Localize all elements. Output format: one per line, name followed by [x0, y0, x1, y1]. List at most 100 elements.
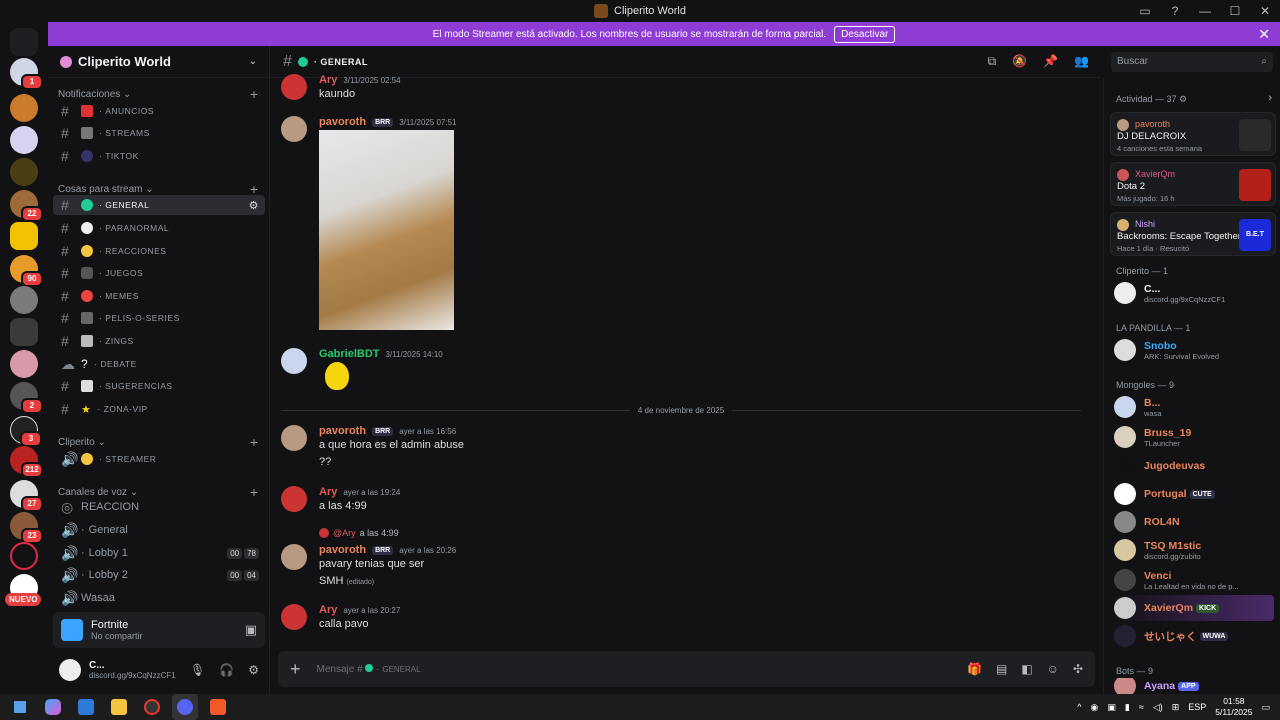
windows-start-icon[interactable] — [7, 694, 33, 720]
server-icon[interactable]: 3 — [10, 416, 42, 447]
maximize-button[interactable]: ☐ — [1220, 0, 1250, 22]
disable-streamer-button[interactable]: Desactivar — [834, 25, 896, 43]
member-item[interactable]: Venci La Lealtad en vida no de p... — [1114, 567, 1274, 593]
server-icon[interactable] — [10, 286, 38, 314]
author-name[interactable]: Ary — [319, 604, 337, 616]
member-item[interactable]: ROL4N — [1114, 509, 1274, 535]
server-icon[interactable] — [10, 350, 38, 378]
gear-icon[interactable]: ⚙ — [1179, 94, 1187, 104]
category-cliperito[interactable]: Cliperito ⌄ + — [58, 434, 258, 450]
channel-sugerencias[interactable]: # · SUGERENCIAS — [53, 376, 265, 396]
channel-reacciones[interactable]: # · REACCIONES — [53, 241, 265, 261]
pin-icon[interactable]: 📌 — [1043, 54, 1058, 69]
emoji-icon[interactable]: ☺ — [1047, 662, 1059, 676]
tray-app-icon[interactable]: ▣ — [1107, 702, 1116, 713]
channel-paranormal[interactable]: # · PARANORMAL — [53, 218, 265, 238]
game-activity-panel[interactable]: Fortnite No compartir ▣ — [53, 612, 265, 648]
member-item[interactable]: TSQ M1stic discord.gg/zubito — [1114, 537, 1274, 563]
activity-card[interactable]: Nishi Backrooms: Escape Together Hace 1 … — [1110, 212, 1276, 256]
voice-channel-reaccion[interactable]: ◎ REACCION — [53, 497, 265, 517]
member-item[interactable]: Ayana APP — [1114, 678, 1274, 694]
channel-juegos[interactable]: # · JUEGOS — [53, 263, 265, 283]
avatar[interactable] — [281, 348, 307, 374]
server-header[interactable]: Cliperito World ⌄ — [48, 46, 269, 78]
author-name[interactable]: pavoroth — [319, 116, 366, 128]
server-icon[interactable]: 23 — [10, 512, 43, 544]
copilot-icon[interactable] — [40, 694, 66, 720]
channel-zings[interactable]: # · ZINGS — [53, 331, 265, 351]
voice-channel-lobby2[interactable]: 🔊 · Lobby 2 00 04 — [53, 565, 265, 585]
voice-channel-general[interactable]: 🔊 · General — [53, 520, 265, 540]
activity-card[interactable]: XavierQm Dota 2 Más jugado: 16 h — [1110, 162, 1276, 206]
network-icon[interactable]: ⊞ — [1172, 702, 1180, 713]
mute-bell-icon[interactable]: 🔕 — [1012, 54, 1027, 69]
folder-icon[interactable] — [106, 694, 132, 720]
screen-share-icon[interactable]: ▣ — [245, 622, 257, 638]
server-icon[interactable] — [10, 222, 38, 250]
clock[interactable]: 01:58 5/11/2025 — [1215, 696, 1252, 718]
apps-icon[interactable]: ✣ — [1073, 662, 1083, 676]
author-name[interactable]: pavoroth — [319, 425, 366, 437]
server-icon[interactable]: 212 — [10, 446, 43, 478]
brave-icon[interactable] — [205, 694, 231, 720]
member-item[interactable]: Jugodeuvas — [1114, 453, 1274, 479]
usb-icon[interactable]: ▮ — [1125, 702, 1130, 713]
discord-taskbar-icon[interactable] — [172, 694, 198, 720]
server-icon[interactable] — [10, 542, 38, 570]
server-icon[interactable] — [10, 126, 38, 154]
close-window-button[interactable]: ✕ — [1250, 0, 1280, 22]
avatar[interactable] — [281, 544, 307, 570]
voice-channel-wasaa[interactable]: 🔊 Wasaa — [53, 588, 265, 608]
server-icon[interactable] — [10, 318, 38, 346]
channel-general[interactable]: # · GENERAL ⚙ — [53, 195, 265, 215]
server-icon[interactable]: 1 — [10, 58, 43, 90]
member-item[interactable]: B... wasa — [1114, 394, 1274, 420]
member-item[interactable]: C... discord.gg/9xCqNzzCF1 — [1114, 280, 1274, 306]
sticker-icon[interactable]: ◧ — [1021, 662, 1032, 676]
add-channel-icon[interactable]: + — [250, 434, 258, 450]
wifi-icon[interactable]: ≈ — [1139, 702, 1144, 712]
channel-memes[interactable]: # · MEMES — [53, 286, 265, 306]
server-icon[interactable] — [10, 158, 38, 186]
author-name[interactable]: Ary — [319, 486, 337, 498]
gif-icon[interactable]: ▤ — [996, 662, 1007, 676]
close-icon[interactable]: ✕ — [1258, 26, 1270, 43]
chevron-right-icon[interactable]: › — [1268, 92, 1272, 104]
avatar[interactable] — [281, 74, 307, 100]
microphone-icon[interactable]: 🎙 — [190, 663, 205, 677]
author-name[interactable]: Ary — [319, 74, 337, 86]
inbox-icon[interactable]: ▭ — [1130, 0, 1160, 22]
chevron-down-icon[interactable]: ⌄ — [249, 56, 257, 67]
add-member-icon[interactable]: ⚙ — [249, 199, 259, 212]
minimize-button[interactable]: — — [1190, 0, 1220, 22]
language-indicator[interactable]: ESP — [1188, 702, 1206, 712]
channel-streamer[interactable]: 🔊 · STREAMER — [53, 449, 265, 469]
dog-image[interactable] — [319, 130, 454, 330]
headphones-icon[interactable]: 🎧 — [219, 663, 234, 677]
chevron-up-icon[interactable]: ^ — [1077, 702, 1081, 712]
reply-preview[interactable]: @Ary a las 4:99 — [319, 528, 399, 538]
category-notificaciones[interactable]: Notificaciones ⌄ + — [58, 86, 258, 102]
avatar[interactable] — [281, 604, 307, 630]
member-list-icon[interactable]: 👥 — [1074, 54, 1089, 69]
activity-card[interactable]: pavoroth DJ DELACROIX 4 canciones esta s… — [1110, 112, 1276, 156]
channel-anuncios[interactable]: # · ANUNCIOS — [53, 101, 265, 121]
channel-streams[interactable]: # · STREAMS — [53, 123, 265, 143]
gear-icon[interactable]: ⚙ — [248, 663, 259, 677]
app-icon[interactable] — [139, 694, 165, 720]
channel-tiktok[interactable]: # · TIKTOK — [53, 146, 265, 166]
add-channel-icon[interactable]: + — [250, 86, 258, 102]
avatar[interactable] — [281, 116, 307, 142]
member-item[interactable]: Snobo ARK: Survival Evolved — [1114, 337, 1274, 363]
avatar[interactable] — [281, 486, 307, 512]
author-name[interactable]: pavoroth — [319, 544, 366, 556]
server-icon[interactable]: 22 — [10, 190, 43, 222]
message-composer[interactable]: + Mensaje # · GENERAL 🎁 ▤ ◧ ☺ ✣ — [278, 651, 1095, 687]
voice-channel-lobby1[interactable]: 🔊 · Lobby 1 00 78 — [53, 543, 265, 563]
channel-pelis[interactable]: # · PELIS-O-SERIES — [53, 308, 265, 328]
gift-icon[interactable]: 🎁 — [967, 662, 982, 676]
threads-icon[interactable]: ⧉ — [988, 54, 997, 69]
member-item[interactable]: Portugal CUTE — [1114, 481, 1274, 507]
author-name[interactable]: GabrielBDT — [319, 348, 380, 360]
notification-icon[interactable]: ▭ — [1261, 702, 1270, 713]
